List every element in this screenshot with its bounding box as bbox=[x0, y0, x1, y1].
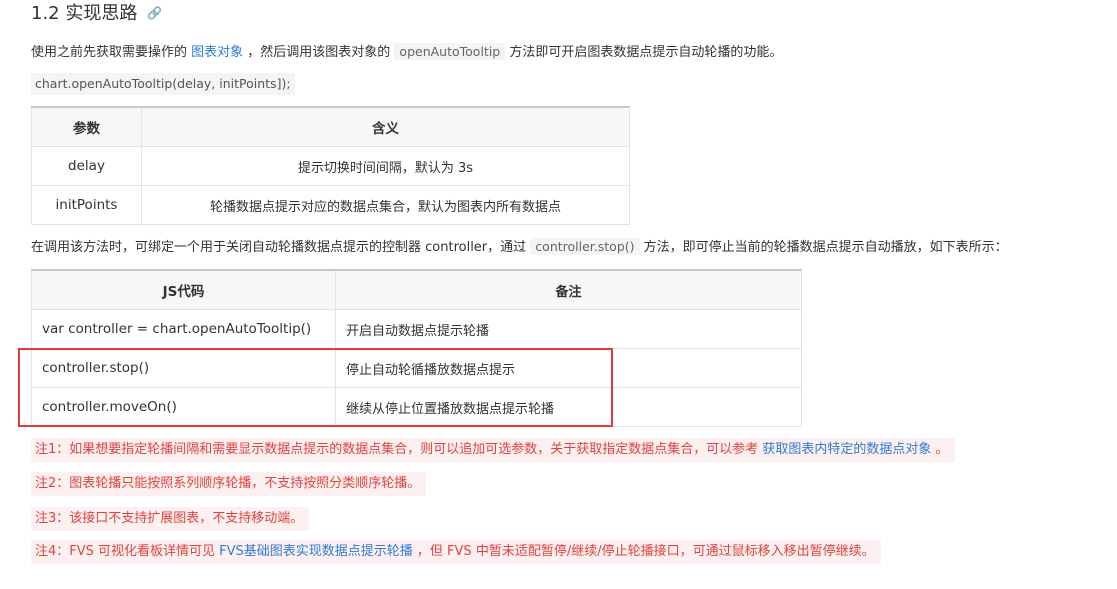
controller-text-before: 在调用该方法时，可绑定一个用于关闭自动轮播数据点提示的控制器 controlle… bbox=[31, 240, 531, 255]
table-row: controller.moveOn() 继续从停止位置播放数据点提示轮播 bbox=[31, 387, 802, 427]
header-param: 参数 bbox=[31, 106, 142, 147]
table-header-row: 参数 含义 bbox=[31, 106, 630, 147]
anchor-link-icon[interactable]: 🔗 bbox=[147, 0, 162, 26]
note-2: 注2：图表轮播只能按照系列顺序轮播，不支持按照分类顺序轮播。 bbox=[31, 472, 427, 496]
section-title: 1.2 实现思路 bbox=[31, 3, 138, 24]
specific-data-point-link[interactable]: 获取图表内特定的数据点对象 bbox=[762, 442, 931, 457]
note1-text-after: 。 bbox=[931, 442, 949, 457]
header-meaning: 含义 bbox=[141, 106, 630, 147]
table-row: controller.stop() 停止自动轮循播放数据点提示 bbox=[31, 348, 802, 388]
remark-cell: 继续从停止位置播放数据点提示轮播 bbox=[335, 387, 802, 427]
js-code-table: JS代码 备注 var controller = chart.openAutoT… bbox=[31, 269, 802, 427]
params-table: 参数 含义 delay 提示切换时间间隔，默认为 3s initPoints 轮… bbox=[31, 106, 630, 225]
js-code-cell: var controller = chart.openAutoTooltip() bbox=[31, 309, 336, 349]
section-heading: 1.2 实现思路 🔗 bbox=[31, 1, 162, 27]
note-3: 注3：该接口不支持扩展图表，不支持移动端。 bbox=[31, 507, 310, 531]
controller-paragraph: 在调用该方法时，可绑定一个用于关闭自动轮播数据点提示的控制器 controlle… bbox=[31, 236, 1008, 259]
intro-text-middle: ，然后调用该图表对象的 bbox=[243, 45, 395, 60]
inline-code-method: openAutoTooltip bbox=[394, 43, 506, 60]
chart-object-link[interactable]: 图表对象 bbox=[191, 45, 243, 60]
remark-cell: 开启自动数据点提示轮播 bbox=[335, 309, 802, 349]
fvs-tooltip-link[interactable]: FVS基础图表实现数据点提示轮播 bbox=[219, 544, 413, 559]
intro-paragraph: 使用之前先获取需要操作的 图表对象 ，然后调用该图表对象的 openAutoTo… bbox=[31, 41, 782, 64]
note1-text-before: 注1：如果想要指定轮播间隔和需要显示数据点提示的数据点集合，则可以追加可选参数，… bbox=[35, 442, 763, 457]
controller-text-after: 方法，即可停止当前的轮播数据点提示自动播放，如下表所示： bbox=[639, 240, 1008, 255]
note4-text-after: ，但 FVS 中暂未适配暂停/继续/停止轮播接口，可通过鼠标移入移出暂停继续。 bbox=[412, 544, 875, 559]
header-remark: 备注 bbox=[335, 269, 802, 310]
code-sample: chart.openAutoTooltip(delay, initPoints]… bbox=[31, 73, 295, 95]
header-js-code: JS代码 bbox=[31, 269, 336, 310]
param-desc: 提示切换时间间隔，默认为 3s bbox=[141, 146, 630, 186]
table-row: delay 提示切换时间间隔，默认为 3s bbox=[31, 146, 630, 186]
inline-code-stop: controller.stop() bbox=[530, 238, 640, 255]
intro-text-before: 使用之前先获取需要操作的 bbox=[31, 45, 192, 60]
js-code-cell: controller.stop() bbox=[31, 348, 336, 388]
note4-text-before: 注4：FVS 可视化看板详情可见 bbox=[35, 544, 220, 559]
note-4: 注4：FVS 可视化看板详情可见 FVS基础图表实现数据点提示轮播 ，但 FVS… bbox=[31, 540, 881, 564]
remark-cell: 停止自动轮循播放数据点提示 bbox=[335, 348, 802, 388]
table-header-row: JS代码 备注 bbox=[31, 269, 802, 310]
table-row: var controller = chart.openAutoTooltip()… bbox=[31, 309, 802, 349]
table-row: initPoints 轮播数据点提示对应的数据点集合，默认为图表内所有数据点 bbox=[31, 185, 630, 225]
intro-text-after: 方法即可开启图表数据点提示自动轮播的功能。 bbox=[505, 45, 783, 60]
note-1: 注1：如果想要指定轮播间隔和需要显示数据点提示的数据点集合，则可以追加可选参数，… bbox=[31, 438, 955, 462]
param-name: delay bbox=[31, 146, 142, 186]
param-desc: 轮播数据点提示对应的数据点集合，默认为图表内所有数据点 bbox=[141, 185, 630, 225]
js-code-cell: controller.moveOn() bbox=[31, 387, 336, 427]
param-name: initPoints bbox=[31, 185, 142, 225]
